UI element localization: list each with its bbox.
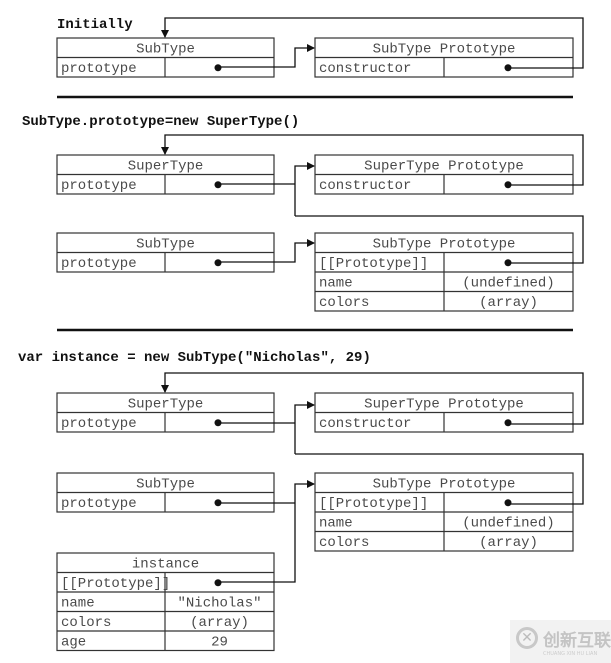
property-name: colors bbox=[319, 295, 369, 311]
pointer-dot bbox=[214, 181, 222, 189]
watermark-logo-icon: ✕ bbox=[516, 627, 538, 649]
box-title: SuperType bbox=[128, 159, 204, 175]
pointer-dot bbox=[214, 64, 222, 72]
property-name: prototype bbox=[61, 256, 137, 272]
property-name: name bbox=[319, 516, 353, 532]
pointer-dot bbox=[504, 419, 512, 427]
property-name: prototype bbox=[61, 61, 137, 77]
subtype-box: SubType prototype bbox=[56, 472, 275, 513]
property-name: name bbox=[319, 276, 353, 292]
supertype-box: SuperType prototype bbox=[56, 154, 275, 195]
subtype-prototype-box: SubType Prototype [[Prototype]] name (undef… bbox=[314, 472, 574, 552]
section-title-assign-prototype: SubType.prototype=new SuperType() bbox=[22, 114, 299, 130]
box-title: SubType Prototype bbox=[373, 42, 516, 58]
box-title: SubType Prototype bbox=[373, 237, 516, 253]
property-name: [[Prototype]] bbox=[61, 576, 170, 592]
box-title: SuperType bbox=[128, 397, 204, 413]
property-name: colors bbox=[61, 615, 111, 631]
instance-box: instance [[Prototype]] name "Nicholas" color… bbox=[56, 552, 275, 652]
property-value: (array) bbox=[190, 615, 249, 631]
pointer-arrow bbox=[294, 162, 315, 216]
supertype-box: SuperType prototype bbox=[56, 392, 275, 433]
property-value: (array) bbox=[479, 295, 538, 311]
property-name: colors bbox=[319, 535, 369, 551]
property-name: constructor bbox=[319, 416, 411, 432]
property-name: prototype bbox=[61, 416, 137, 432]
section-title-initially: Initially bbox=[57, 17, 133, 33]
box-title: instance bbox=[132, 557, 199, 573]
property-name: age bbox=[61, 635, 86, 651]
pointer-dot bbox=[214, 579, 222, 587]
property-name: prototype bbox=[61, 496, 137, 512]
box-title: SubType bbox=[136, 42, 195, 58]
pointer-arrow bbox=[294, 401, 315, 454]
watermark: ✕ 创新互联 CHUANG XIN HU LIAN bbox=[510, 620, 611, 663]
property-name: constructor bbox=[319, 178, 411, 194]
property-name: name bbox=[61, 596, 95, 612]
watermark-text: 创新互联 bbox=[543, 631, 611, 651]
subtype-prototype-box: SubType Prototype constructor bbox=[314, 37, 574, 78]
subtype-box: SubType prototype bbox=[56, 232, 275, 273]
watermark-subtext: CHUANG XIN HU LIAN bbox=[543, 651, 598, 657]
pointer-dot bbox=[214, 259, 222, 267]
subtype-box: SubType prototype bbox=[56, 37, 275, 78]
box-title: SuperType Prototype bbox=[364, 159, 524, 175]
property-name: [[Prototype]] bbox=[319, 256, 428, 272]
box-title: SubType Prototype bbox=[373, 477, 516, 493]
box-title: SubType bbox=[136, 477, 195, 493]
property-value: (array) bbox=[479, 535, 538, 551]
property-name: prototype bbox=[61, 178, 137, 194]
box-title: SuperType Prototype bbox=[364, 397, 524, 413]
pointer-dot bbox=[504, 499, 512, 507]
property-value: (undefined) bbox=[462, 516, 554, 532]
section-title-new-instance: var instance = new SubType("Nicholas", 2… bbox=[18, 350, 371, 366]
prototype-chain-diagram: Initially SubType.prototype=new SuperTyp… bbox=[18, 17, 584, 652]
property-value: 29 bbox=[211, 635, 228, 651]
property-value: "Nicholas" bbox=[177, 596, 261, 612]
supertype-prototype-box: SuperType Prototype constructor bbox=[314, 392, 574, 433]
subtype-prototype-box: SubType Prototype [[Prototype]] name (undef… bbox=[314, 232, 574, 312]
property-name: constructor bbox=[319, 61, 411, 77]
supertype-prototype-box: SuperType Prototype constructor bbox=[314, 154, 574, 195]
property-name: [[Prototype]] bbox=[319, 496, 428, 512]
box-title: SubType bbox=[136, 237, 195, 253]
property-value: (undefined) bbox=[462, 276, 554, 292]
